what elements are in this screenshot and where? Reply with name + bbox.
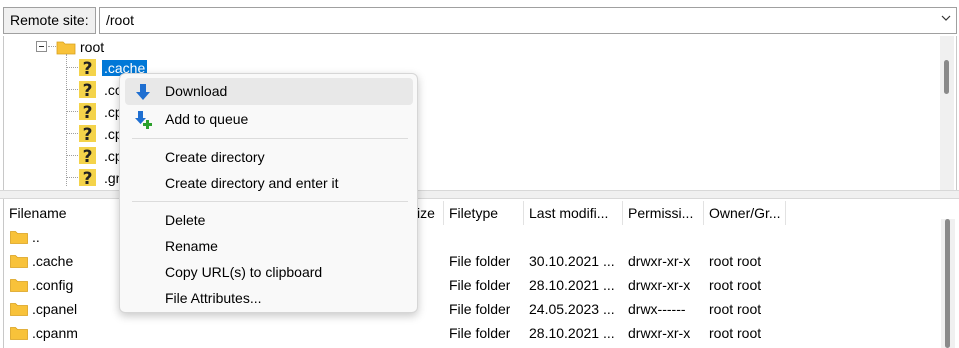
context-menu: Download Add to queue Create directory C…	[119, 73, 418, 313]
remote-path-input[interactable]: /root	[99, 7, 957, 34]
folder-icon	[10, 255, 28, 268]
tree-item-label: root	[80, 38, 105, 55]
svg-text:?: ?	[83, 103, 93, 121]
folder-icon	[10, 303, 28, 316]
menu-item-label: Delete	[165, 212, 206, 228]
file-owner: root root	[709, 325, 762, 341]
menu-item-label: File Attributes...	[165, 290, 262, 306]
file-list-scrollbar[interactable]	[941, 219, 955, 348]
menu-separator	[132, 201, 408, 202]
menu-item-label: Download	[165, 83, 228, 99]
file-type: File folder	[449, 301, 511, 317]
file-owner: root root	[709, 277, 762, 293]
add-to-queue-icon	[135, 111, 152, 129]
tree-scrollbar-thumb[interactable]	[944, 60, 949, 94]
menu-item-add-to-queue[interactable]: Add to queue	[125, 106, 413, 133]
file-owner: root root	[709, 253, 762, 269]
unknown-folder-icon: ?	[79, 169, 96, 187]
collapse-toggle[interactable]	[36, 41, 47, 52]
unknown-folder-icon: ?	[79, 147, 96, 165]
unknown-folder-icon: ?	[79, 125, 96, 143]
file-type: File folder	[449, 277, 511, 293]
file-permissions: drwxr-xr-x	[628, 253, 691, 269]
tree-item[interactable]: ? .cp	[78, 145, 123, 166]
svg-text:?: ?	[83, 125, 93, 143]
file-name: .cache	[32, 253, 74, 269]
unknown-folder-icon: ?	[79, 59, 96, 77]
file-modified: 28.10.2021 ...	[529, 325, 615, 341]
svg-text:?: ?	[83, 59, 93, 77]
folder-icon	[10, 279, 28, 292]
column-header-permissions[interactable]: Permissi...	[623, 201, 704, 225]
file-list-scrollbar-thumb[interactable]	[945, 219, 950, 348]
file-permissions: drwx------	[628, 301, 686, 317]
menu-item-label: Copy URL(s) to clipboard	[165, 264, 323, 280]
file-name: ..	[32, 229, 40, 245]
chevron-down-icon[interactable]	[941, 13, 951, 23]
menu-item-create-directory[interactable]: Create directory	[125, 144, 413, 171]
file-name: .config	[32, 277, 74, 293]
svg-text:?: ?	[83, 147, 93, 165]
file-permissions: drwxr-xr-x	[628, 277, 691, 293]
tree-item-root[interactable]: root	[56, 36, 104, 57]
menu-separator	[132, 138, 408, 139]
folder-icon	[56, 41, 76, 54]
menu-item-label: Create directory	[165, 149, 265, 165]
menu-item-rename[interactable]: Rename	[125, 233, 413, 260]
tree-item[interactable]: ? .gr	[78, 167, 120, 188]
menu-item-label: Create directory and enter it	[165, 175, 339, 191]
file-type: File folder	[449, 325, 511, 341]
remote-site-bar: Remote site: /root	[3, 5, 957, 35]
tree-item-label: .gr	[104, 169, 121, 186]
file-name: .cpanm	[32, 325, 78, 341]
unknown-folder-icon: ?	[79, 81, 96, 99]
file-row[interactable]: .cpanm File folder 28.10.2021 ... drwxr-…	[4, 321, 934, 345]
file-permissions: drwxr-xr-x	[628, 325, 691, 341]
menu-item-create-directory-and-enter[interactable]: Create directory and enter it	[125, 170, 413, 197]
folder-icon	[10, 231, 28, 244]
menu-item-download[interactable]: Download	[125, 78, 413, 105]
menu-item-label: Rename	[165, 238, 218, 254]
file-modified: 30.10.2021 ...	[529, 253, 615, 269]
menu-item-file-attributes[interactable]: File Attributes...	[125, 285, 413, 312]
column-header-last-modified[interactable]: Last modifi...	[524, 201, 623, 225]
menu-item-label: Add to queue	[165, 111, 249, 127]
remote-site-label: Remote site:	[3, 7, 96, 34]
download-arrow-icon	[136, 84, 150, 100]
menu-item-delete[interactable]: Delete	[125, 207, 413, 234]
file-name: .cpanel	[32, 301, 78, 317]
tree-item[interactable]: ? .cp	[78, 123, 123, 144]
file-owner: root root	[709, 301, 762, 317]
tree-item[interactable]: ? .cp	[78, 101, 123, 122]
svg-text:?: ?	[83, 169, 93, 187]
svg-text:?: ?	[83, 81, 93, 99]
folder-icon	[10, 327, 28, 340]
tree-scrollbar[interactable]	[940, 36, 954, 190]
menu-item-copy-url[interactable]: Copy URL(s) to clipboard	[125, 259, 413, 286]
file-modified: 28.10.2021 ...	[529, 277, 615, 293]
file-type: File folder	[449, 253, 511, 269]
column-header-owner-group[interactable]: Owner/Gr...	[704, 201, 786, 225]
column-header-filename[interactable]: Filename	[4, 201, 122, 225]
file-modified: 24.05.2023 ...	[529, 301, 615, 317]
unknown-folder-icon: ?	[79, 103, 96, 121]
column-header-filetype[interactable]: Filetype	[444, 201, 524, 225]
tree-item[interactable]: ? .co	[78, 79, 123, 100]
